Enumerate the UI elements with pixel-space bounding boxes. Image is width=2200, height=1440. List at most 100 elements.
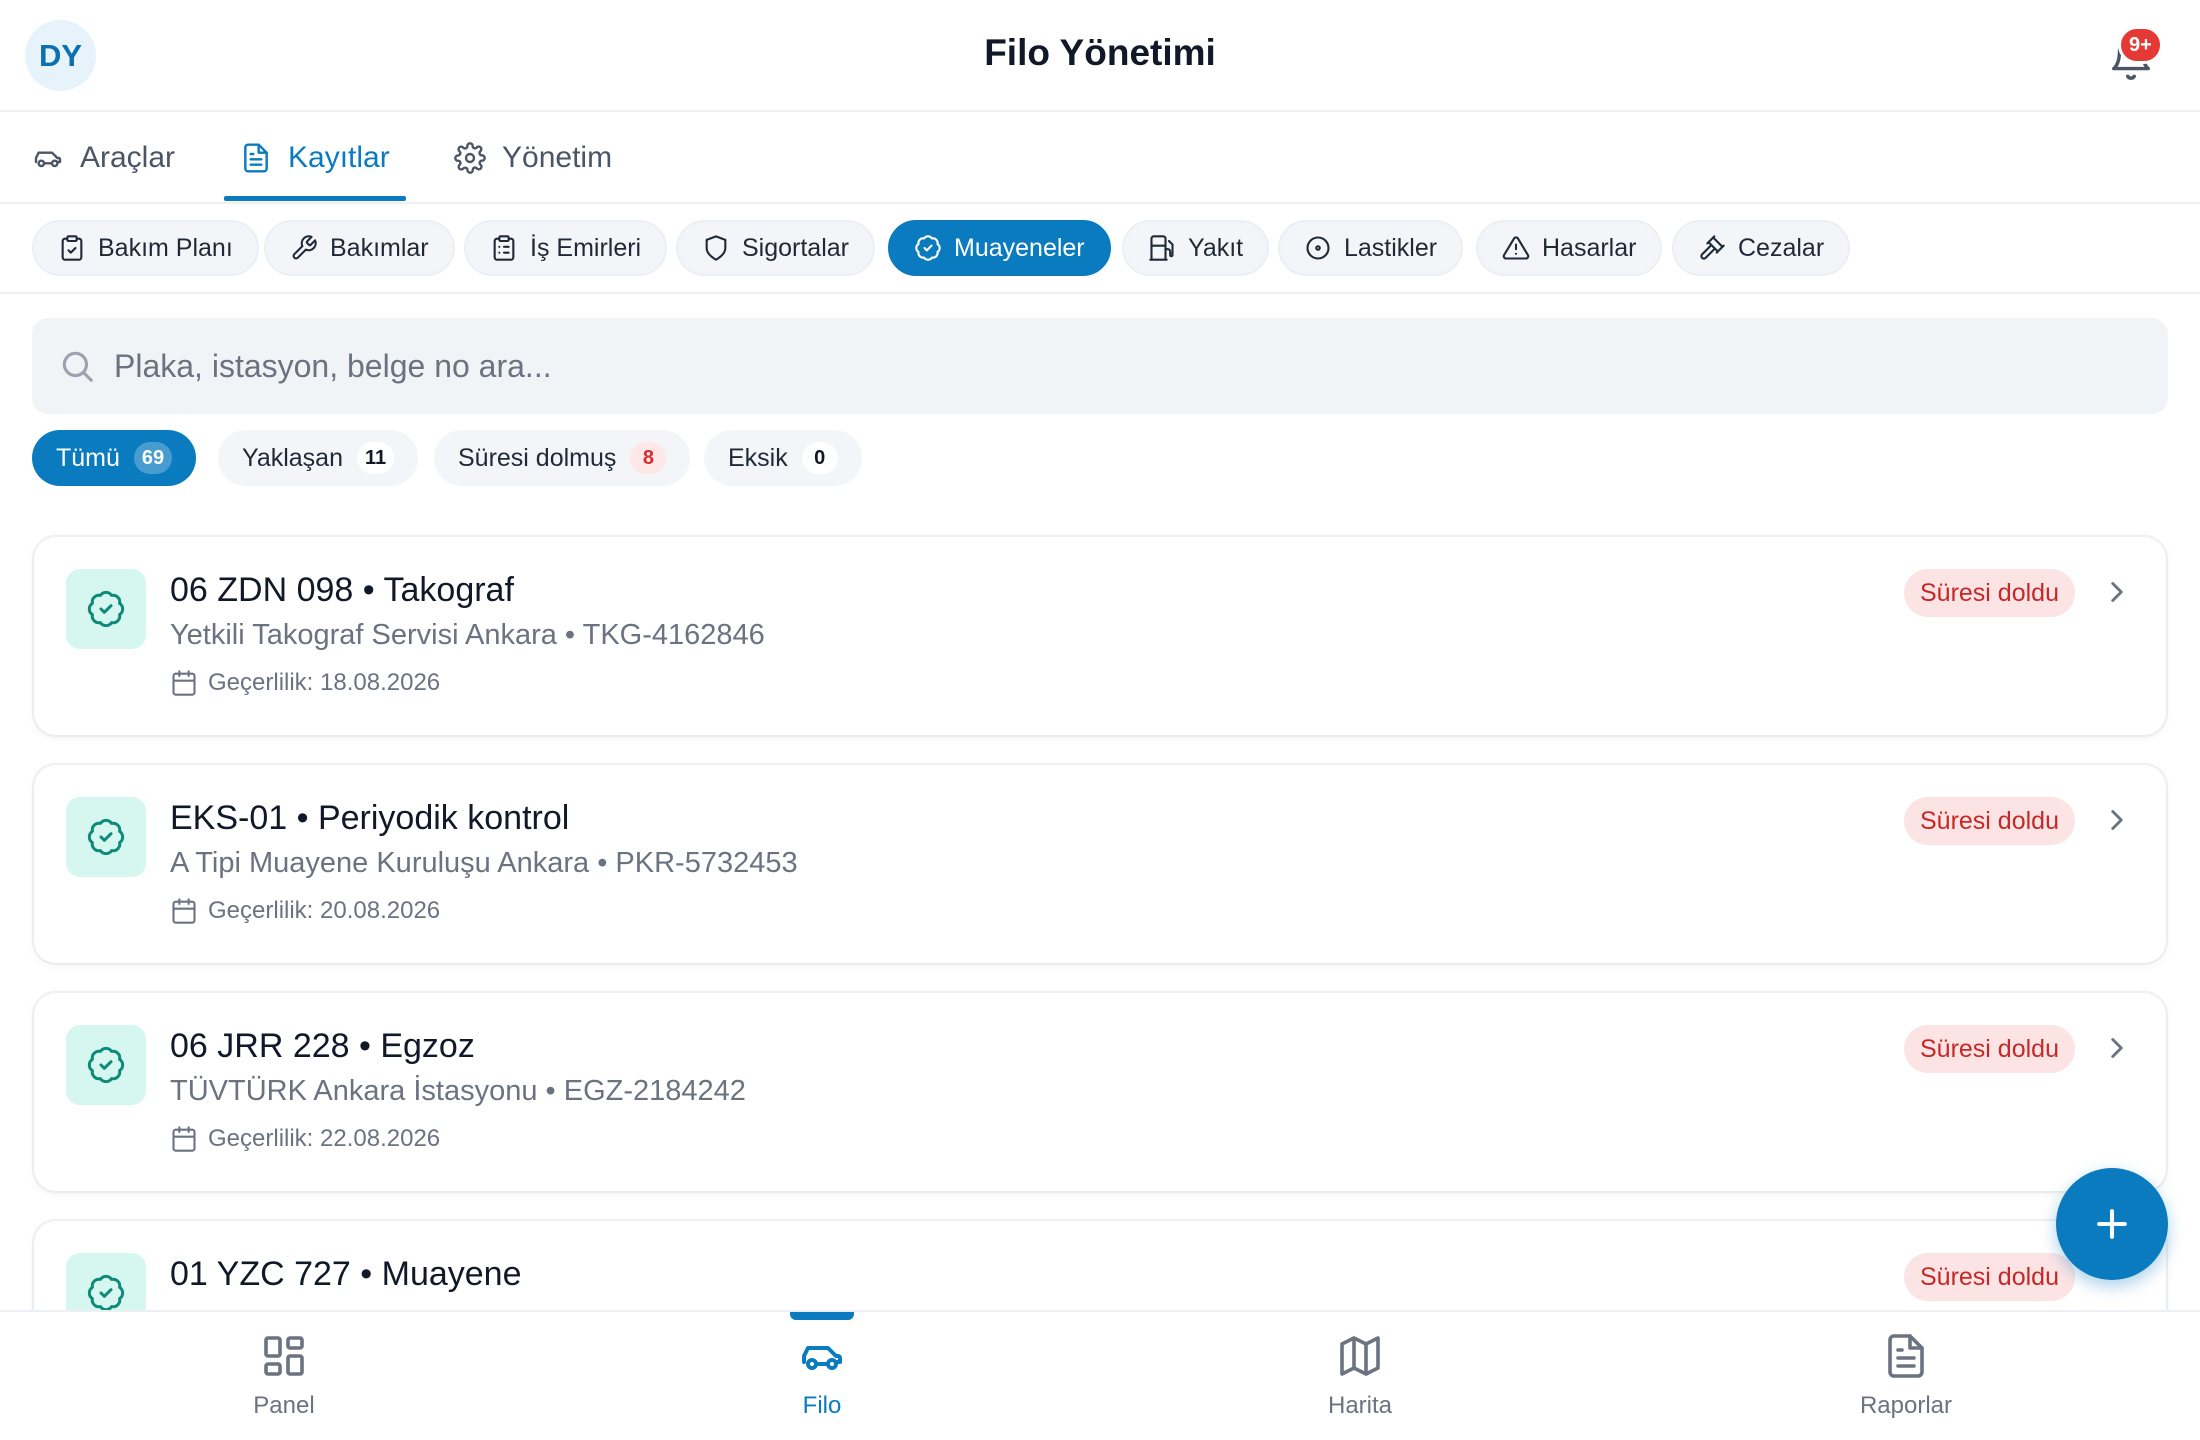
- validity-text: Geçerlilik: 20.08.2026: [208, 897, 441, 924]
- record-icon-box: [66, 1025, 146, 1105]
- chip-label: Hasarlar: [1542, 233, 1637, 262]
- tab-label: Yönetim: [502, 141, 613, 174]
- active-nav-indicator: [790, 1312, 854, 1320]
- chip-label: Cezalar: [1738, 233, 1825, 262]
- document-icon: [244, 143, 268, 173]
- validity-text: Geçerlilik: 22.08.2026: [208, 1125, 441, 1152]
- nav-harita[interactable]: Harita: [1250, 1332, 1470, 1420]
- chip-label: Lastikler: [1344, 233, 1438, 262]
- nav-panel[interactable]: Panel: [174, 1332, 394, 1420]
- calendar-icon: [172, 898, 196, 924]
- badge-check-icon: [87, 818, 125, 856]
- validity-text: Geçerlilik: 18.08.2026: [208, 669, 441, 696]
- grid-icon: [264, 1336, 304, 1376]
- tire-icon: [1306, 236, 1330, 260]
- filter-label: Yaklaşan: [242, 443, 343, 472]
- chip-muayeneler[interactable]: Muayeneler: [888, 220, 1111, 276]
- chip-bakimlar[interactable]: Bakımlar: [264, 220, 455, 276]
- filter-tumu[interactable]: Tümü 69: [32, 430, 197, 486]
- filter-count: 8: [630, 442, 667, 474]
- record-title: 06 JRR 228 • Egzoz: [170, 1027, 475, 1065]
- badge-check-icon: [915, 235, 941, 261]
- calendar-icon: [172, 670, 196, 696]
- chip-label: Muayeneler: [954, 233, 1085, 262]
- chip-label: İş Emirleri: [530, 233, 642, 262]
- calendar-icon: [172, 1126, 196, 1152]
- tab-label: Araçlar: [80, 141, 176, 174]
- wrench-icon: [292, 235, 317, 260]
- notification-badge: 9+: [2118, 26, 2163, 64]
- record-validity: Geçerlilik: 20.08.2026: [170, 897, 440, 925]
- clipboard-list-icon: [493, 235, 515, 261]
- nav-label: Filo: [802, 1392, 842, 1419]
- filter-label: Süresi dolmuş: [458, 443, 617, 472]
- filter-eksik[interactable]: Eksik 0: [704, 430, 862, 486]
- chip-sigortalar[interactable]: Sigortalar: [676, 220, 875, 276]
- chevron-right-icon: [2111, 1038, 2123, 1058]
- record-icon-box: [66, 797, 146, 877]
- car-icon: [802, 1346, 842, 1370]
- car-icon: [34, 151, 62, 168]
- chip-yakit[interactable]: Yakıt: [1122, 220, 1270, 276]
- record-title: EKS-01 • Periyodik kontrol: [170, 799, 570, 837]
- tab-araclar[interactable]: Araçlar: [32, 112, 175, 204]
- record-card[interactable]: 06 ZDN 098 • Takograf Yetkili Takograf S…: [34, 537, 2166, 735]
- filter-label: Eksik: [728, 443, 788, 472]
- gear-icon: [454, 142, 486, 174]
- search-input[interactable]: [114, 347, 2014, 385]
- warning-icon: [1502, 236, 1530, 260]
- chip-lastikler[interactable]: Lastikler: [1278, 220, 1464, 276]
- badge-check-icon: [87, 590, 125, 628]
- clipboard-icon: [61, 235, 83, 261]
- filter-label: Tümü: [56, 443, 120, 472]
- tab-label: Kayıtlar: [288, 141, 390, 174]
- status-badge: Süresi doldu: [1904, 797, 2075, 845]
- record-validity: Geçerlilik: 18.08.2026: [170, 669, 440, 697]
- nav-label: Panel: [253, 1392, 315, 1419]
- filter-count: 11: [357, 442, 395, 474]
- record-subtitle: A Tipi Muayene Kuruluşu Ankara • PKR-573…: [170, 847, 798, 879]
- chip-bakim-plani[interactable]: Bakım Planı: [32, 220, 259, 276]
- page-title: Filo Yönetimi: [984, 32, 1216, 73]
- chevron-right-icon: [2111, 582, 2123, 602]
- chip-label: Bakım Planı: [98, 233, 233, 262]
- record-card[interactable]: EKS-01 • Periyodik kontrol A Tipi Muayen…: [34, 765, 2166, 963]
- chip-is-emirleri[interactable]: İş Emirleri: [464, 220, 668, 276]
- filter-yaklasan[interactable]: Yaklaşan 11: [218, 430, 419, 486]
- search-bar[interactable]: [32, 318, 2168, 414]
- map-icon: [1340, 1336, 1380, 1376]
- gavel-icon: [1700, 235, 1725, 260]
- filter-count: 0: [801, 442, 838, 474]
- add-record-button[interactable]: [2056, 1168, 2168, 1280]
- chip-label: Sigortalar: [742, 233, 849, 262]
- badge-check-icon: [87, 1274, 125, 1312]
- status-badge: Süresi doldu: [1904, 569, 2075, 617]
- record-validity: Geçerlilik: 22.08.2026: [170, 1125, 440, 1153]
- record-card[interactable]: 06 JRR 228 • Egzoz TÜVTÜRK Ankara İstasy…: [34, 993, 2166, 1191]
- record-subtitle: TÜVTÜRK Ankara İstasyonu • EGZ-2184242: [170, 1075, 746, 1107]
- active-tab-indicator: [224, 196, 406, 201]
- tab-yonetim[interactable]: Yönetim: [454, 112, 612, 204]
- chip-hasarlar[interactable]: Hasarlar: [1476, 220, 1663, 276]
- status-badge: Süresi doldu: [1904, 1253, 2075, 1301]
- tab-kayitlar[interactable]: Kayıtlar: [240, 112, 390, 204]
- fuel-icon: [1149, 235, 1174, 261]
- bottom-navigation: Panel Filo Harita Raporlar: [0, 1310, 2200, 1440]
- nav-label: Raporlar: [1859, 1392, 1953, 1419]
- record-title: 01 YZC 727 • Muayene: [170, 1255, 522, 1293]
- chip-label: Yakıt: [1188, 233, 1244, 262]
- record-subtitle: Yetkili Takograf Servisi Ankara • TKG-41…: [170, 619, 765, 651]
- nav-filo[interactable]: Filo: [712, 1332, 932, 1420]
- main-tabs: Araçlar Kayıtlar Yönetim: [0, 112, 2200, 204]
- shield-icon: [705, 235, 727, 261]
- nav-label: Harita: [1327, 1392, 1393, 1419]
- nav-raporlar[interactable]: Raporlar: [1796, 1332, 2016, 1420]
- filter-count: 69: [133, 442, 173, 474]
- plus-icon: [2097, 1209, 2127, 1239]
- filter-suresi-dolmus[interactable]: Süresi dolmuş 8: [434, 430, 691, 486]
- chip-cezalar[interactable]: Cezalar: [1672, 220, 1851, 276]
- chip-label: Bakımlar: [330, 233, 429, 262]
- search-icon: [62, 351, 93, 382]
- chevron-right-icon: [2111, 810, 2123, 830]
- app-header: DY Filo Yönetimi 9+: [0, 0, 2200, 112]
